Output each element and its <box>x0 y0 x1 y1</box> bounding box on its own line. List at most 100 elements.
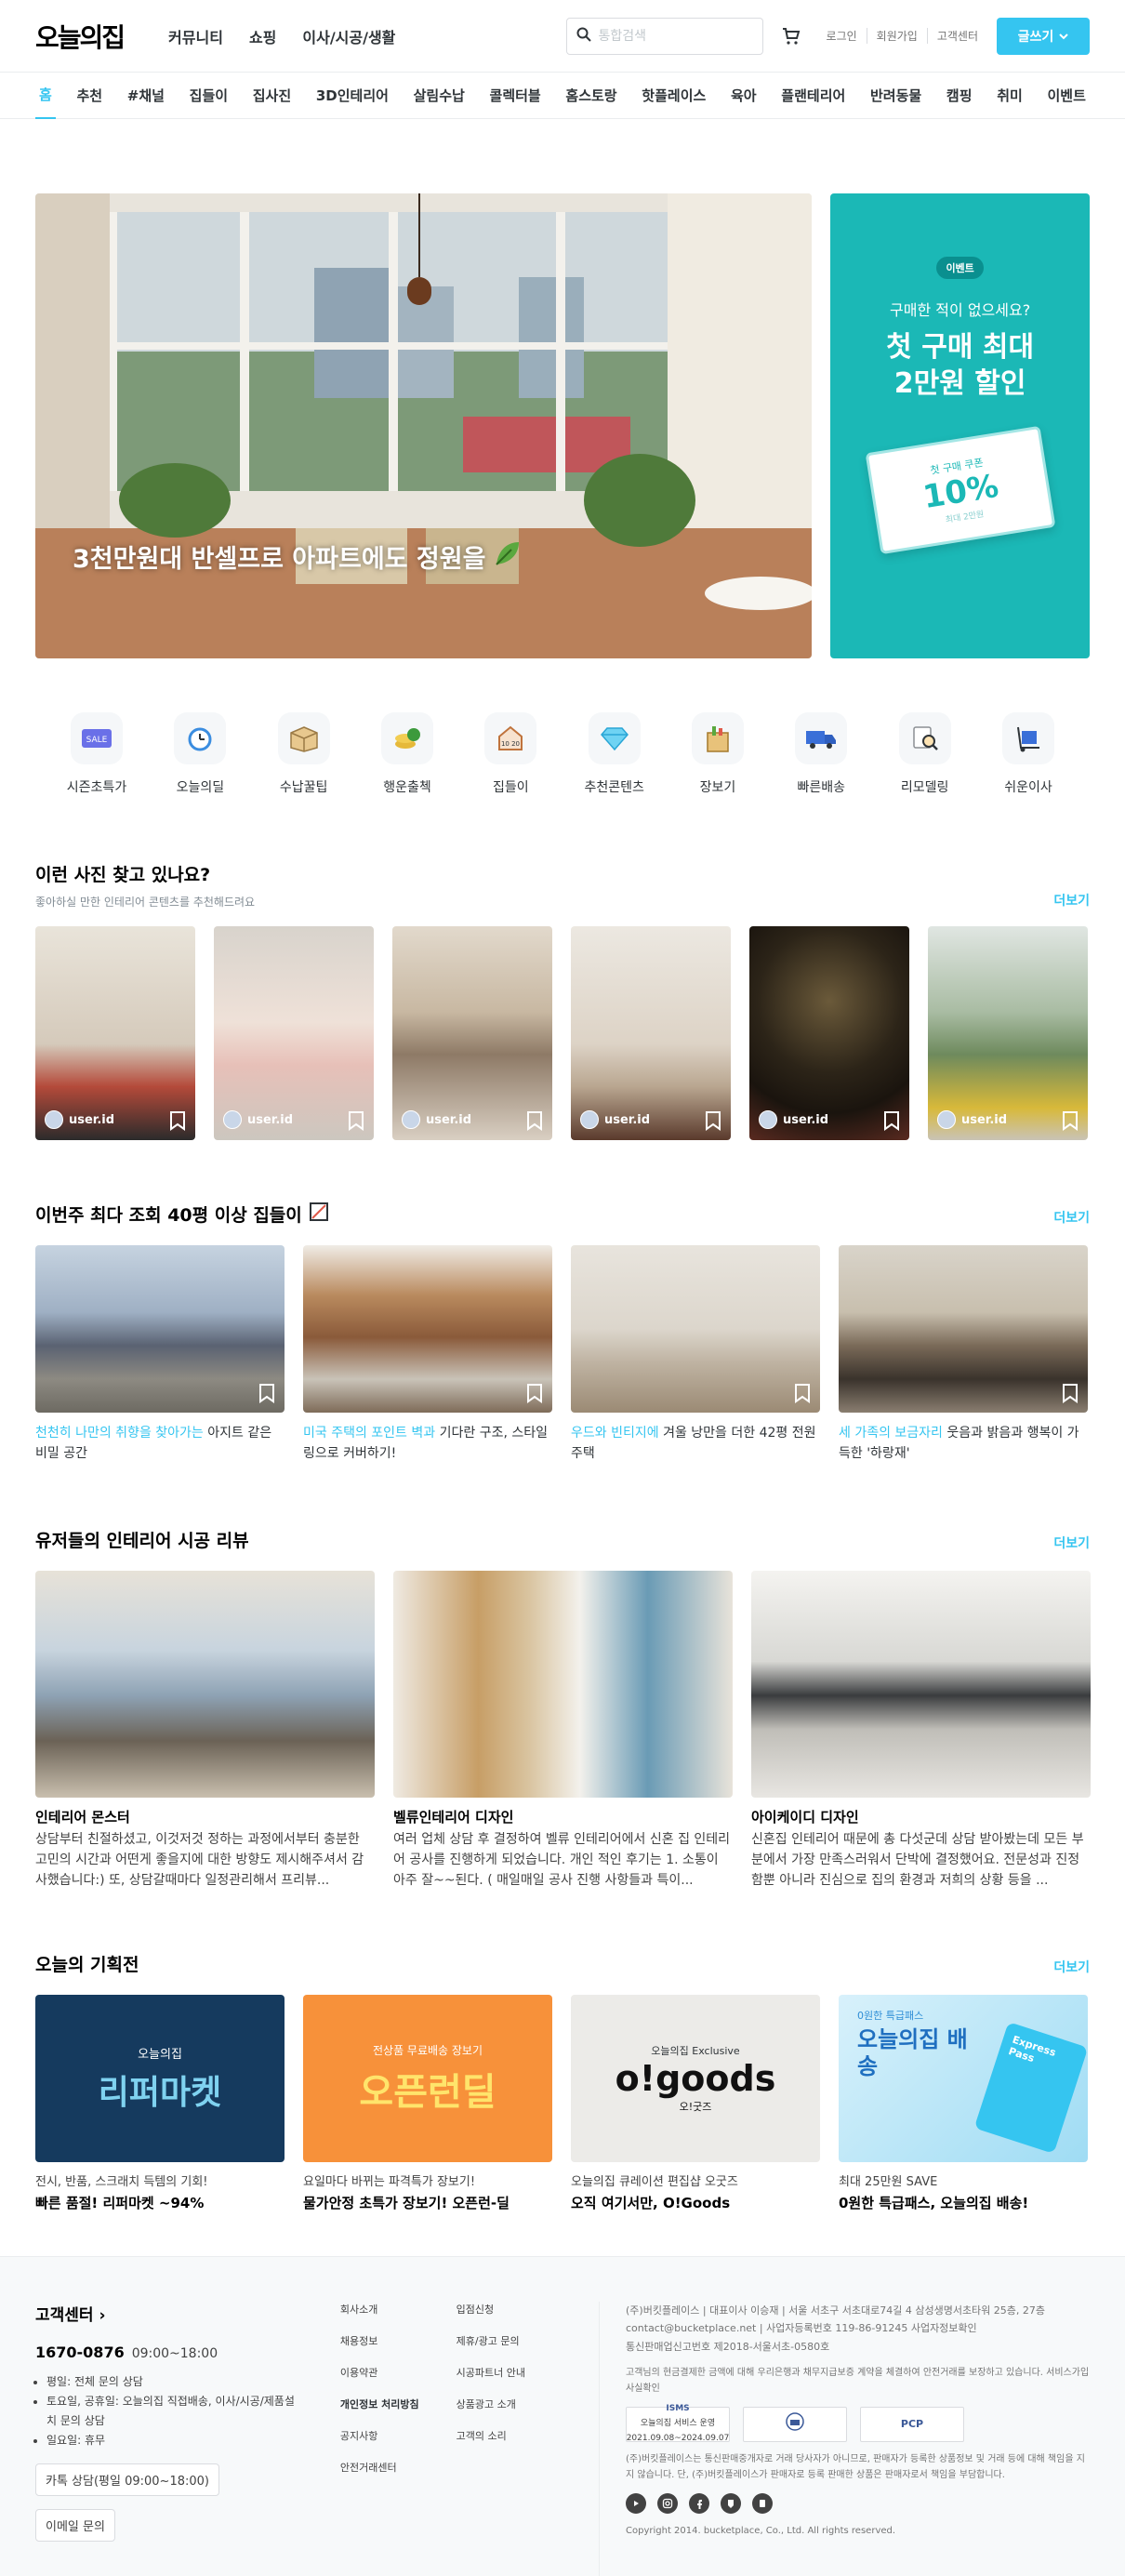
photo-card[interactable]: user.id <box>392 926 552 1140</box>
house-image <box>571 1245 820 1413</box>
cs-link[interactable]: 고객센터 <box>928 28 987 44</box>
bookmark-icon[interactable] <box>526 1383 543 1403</box>
house-desc-highlight: 미국 주택의 포인트 벽과 <box>303 1426 436 1441</box>
blog-icon[interactable] <box>721 2492 741 2514</box>
footer-links-col: 회사소개 채용정보 이용약관 개인정보 처리방침 공지사항 안전거래센터 <box>340 2302 419 2576</box>
footer-link[interactable]: 개인정보 처리방침 <box>340 2397 419 2411</box>
logo[interactable]: 오늘의집 <box>35 18 126 55</box>
quick-label: 쉬운이사 <box>1004 780 1052 795</box>
footer-hours: 평일: 전체 문의 상담 토요일, 공휴일: 오늘의집 직접배송, 이사/시공/… <box>35 2372 303 2450</box>
write-button[interactable]: 글쓰기 <box>997 17 1090 55</box>
post-icon[interactable] <box>752 2492 773 2514</box>
section-subtitle: 좋아하실 만한 인테리어 콘텐츠를 추천해드려요 <box>35 896 256 909</box>
quick-item[interactable]: 빠른배송 <box>784 712 858 796</box>
email-inquiry-button[interactable]: 이메일 문의 <box>35 2509 115 2542</box>
footer-link[interactable]: 시공파트너 안내 <box>457 2365 525 2380</box>
more-link[interactable]: 더보기 <box>1053 1208 1090 1227</box>
quick-item[interactable]: 장보기 <box>681 712 755 796</box>
bookmark-icon[interactable] <box>169 1110 186 1131</box>
house-image <box>35 1245 285 1413</box>
plan-banner: 0원한 특급패스 오늘의집 배송 Express Pass <box>839 1995 1088 2163</box>
bookmark-icon[interactable] <box>348 1110 364 1131</box>
footer-link[interactable]: 제휴/광고 문의 <box>457 2333 525 2348</box>
bookmark-icon[interactable] <box>794 1383 811 1403</box>
quick-item[interactable]: 오늘의딜 <box>163 712 237 796</box>
quick-item[interactable]: 리모델링 <box>888 712 962 796</box>
isms-cert-note: 오늘의집 서비스 운영 <box>640 2418 716 2428</box>
house-card[interactable]: 천천히 나만의 취향을 찾아가는 아지트 같은 비밀 공간 <box>35 1245 285 1464</box>
section-header: 이번주 최다 조회 40평 이상 집들이 더보기 <box>35 1202 1090 1227</box>
grocery-bag-icon <box>691 712 744 764</box>
footer-link[interactable]: 상품광고 소개 <box>457 2397 525 2411</box>
coin-icon <box>380 712 433 764</box>
photo-card[interactable]: user.id <box>749 926 909 1140</box>
house-desc: 천천히 나만의 취향을 찾아가는 아지트 같은 비밀 공간 <box>35 1424 285 1464</box>
quick-item[interactable]: 행운출첵 <box>370 712 444 796</box>
plan-card[interactable]: 오늘의집 리퍼마켓 전시, 반품, 스크래치 득템의 기회! 빠른 품절! 리퍼… <box>35 1995 285 2212</box>
photo-card[interactable]: user.id <box>928 926 1088 1140</box>
review-card[interactable]: 인테리어 몬스터 상담부터 친절하셨고, 이것저것 정하는 과정에서부터 충분한… <box>35 1571 375 1892</box>
kakao-chat-button[interactable]: 카톡 상담(평일 09:00~18:00) <box>35 2463 219 2496</box>
more-link[interactable]: 더보기 <box>1053 1958 1090 1976</box>
plan-card[interactable]: 0원한 특급패스 오늘의집 배송 Express Pass 최대 25만원 SA… <box>839 1995 1088 2212</box>
express-pass-card: Express Pass <box>973 2022 1088 2155</box>
section-header: 이런 사진 찾고 있나요? 좋아하실 만한 인테리어 콘텐츠를 추천해드려요 더… <box>35 861 1090 910</box>
first-purchase-banner[interactable]: 이벤트 구매한 적이 없으세요? 첫 구매 최대 2만원 할인 첫 구매 쿠폰 … <box>830 193 1090 658</box>
quick-item[interactable]: SALE 시즌초특가 <box>60 712 134 796</box>
photo-card[interactable]: user.id <box>571 926 731 1140</box>
house-card[interactable]: 세 가족의 보금자리 웃음과 밝음과 행복이 가득한 '하랑재' <box>839 1245 1088 1464</box>
nav-moving[interactable]: 이사/시공/생활 <box>302 25 395 47</box>
bookmark-icon[interactable] <box>526 1110 543 1131</box>
more-link[interactable]: 더보기 <box>1053 1534 1090 1552</box>
top-header: 오늘의집 커뮤니티 쇼핑 이사/시공/생활 로그인 회원가입 고객센터 글쓰기 <box>0 0 1125 73</box>
login-link[interactable]: 로그인 <box>817 28 867 44</box>
footer-link[interactable]: 안전거래센터 <box>340 2460 419 2475</box>
house-card[interactable]: 미국 주택의 포인트 벽과 기다란 구조, 스타일링으로 커버하기! <box>303 1245 552 1464</box>
instagram-icon[interactable] <box>657 2492 678 2514</box>
footer-link[interactable]: 이용약관 <box>340 2365 419 2380</box>
photo-card[interactable]: user.id <box>35 926 195 1140</box>
house-card[interactable]: 우드와 빈티지에 겨울 낭만을 더한 42평 전원주택 <box>571 1245 820 1464</box>
facebook-icon[interactable] <box>689 2492 709 2514</box>
youtube-icon[interactable] <box>626 2492 646 2514</box>
isms-cert-date: 2021.09.08~2024.09.07 <box>626 2433 730 2443</box>
footer-social <box>626 2492 1090 2514</box>
bookmark-icon[interactable] <box>258 1383 275 1403</box>
footer-link[interactable]: 고객의 소리 <box>457 2428 525 2443</box>
avatar <box>223 1110 242 1129</box>
bookmark-icon[interactable] <box>1062 1383 1079 1403</box>
bank-emblem-icon <box>785 2411 805 2437</box>
search-input[interactable] <box>598 28 748 44</box>
footer-link[interactable]: 입점신청 <box>457 2302 525 2317</box>
quick-item[interactable]: 추천콘텐츠 <box>577 712 652 796</box>
footer-link[interactable]: 회사소개 <box>340 2302 419 2317</box>
hero-banner[interactable]: 3천만원대 반셀프로 아파트에도 정원을 <box>35 193 813 658</box>
avatar <box>937 1110 956 1129</box>
footer-link[interactable]: 공지사항 <box>340 2428 419 2443</box>
quick-item[interactable]: 수납꿀팁 <box>267 712 341 796</box>
cart-icon[interactable] <box>780 25 802 47</box>
bookmark-icon[interactable] <box>705 1110 721 1131</box>
photo-card[interactable]: user.id <box>214 926 374 1140</box>
nav-community[interactable]: 커뮤니티 <box>168 25 223 47</box>
quick-item[interactable]: 10 20 집들이 <box>473 712 548 796</box>
review-card[interactable]: 아이케이디 디자인 신혼집 인테리어 때문에 총 다섯군데 상담 받아봤는데 모… <box>751 1571 1091 1892</box>
isms-cert-title: ISMS <box>666 2404 690 2414</box>
review-card[interactable]: 벨류인테리어 디자인 여러 업체 상담 후 결정하여 벨류 인테리어에서 신혼 … <box>393 1571 733 1892</box>
signup-link[interactable]: 회원가입 <box>867 28 928 44</box>
footer-hour-note: 평일: 전체 문의 상담 <box>46 2372 303 2392</box>
footer-cs-title[interactable]: 고객센터 › <box>35 2302 303 2325</box>
bookmark-icon[interactable] <box>883 1110 900 1131</box>
plan-card[interactable]: 오늘의집 Exclusive o!goods 오!굿즈 오늘의집 큐레이션 편집… <box>571 1995 820 2212</box>
footer-link[interactable]: 채용정보 <box>340 2333 419 2348</box>
quick-label: 장보기 <box>699 780 736 795</box>
search-box[interactable] <box>565 17 763 55</box>
house-desc: 우드와 빈티지에 겨울 낭만을 더한 42평 전원주택 <box>571 1424 820 1464</box>
more-link[interactable]: 더보기 <box>1053 891 1090 910</box>
plan-card[interactable]: 전상품 무료배송 장보기 오픈런딜 요일마다 바뀌는 파격특가 장보기! 물가안… <box>303 1995 552 2212</box>
bookmark-icon[interactable] <box>1062 1110 1079 1131</box>
quick-item[interactable]: 쉬운이사 <box>991 712 1065 796</box>
nav-shopping[interactable]: 쇼핑 <box>249 25 276 47</box>
avatar <box>759 1110 777 1129</box>
section-header: 유저들의 인테리어 시공 리뷰 더보기 <box>35 1527 1090 1552</box>
